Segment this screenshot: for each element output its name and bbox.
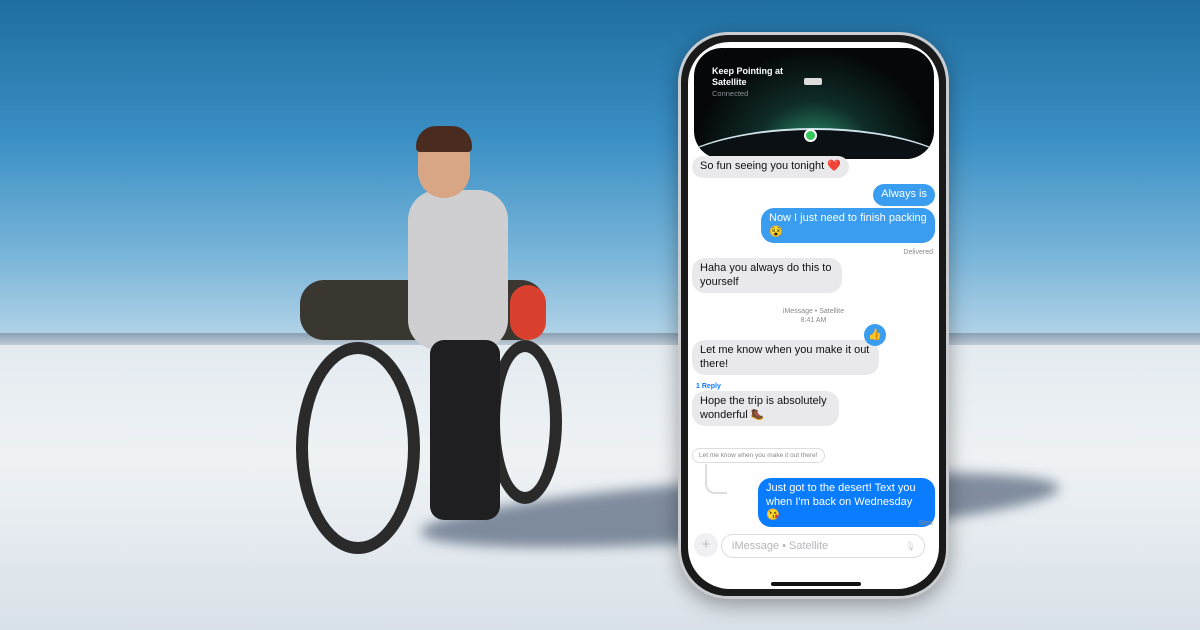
thumbs-up-tapback-icon[interactable]: 👍 (864, 324, 886, 346)
island-status: Connected (712, 89, 749, 98)
rider-cap (416, 126, 472, 152)
red-bag (510, 285, 546, 340)
message-input-placeholder: iMessage • Satellite (732, 540, 829, 552)
message-bubble[interactable]: Hope the trip is absolutely wonderful 🥾 (692, 391, 839, 426)
location-dot-icon (804, 129, 817, 142)
rider-legs (430, 340, 500, 520)
quoted-reply[interactable]: Let me know when you make it out there! (692, 448, 825, 463)
sky (0, 0, 1200, 345)
home-indicator[interactable] (771, 582, 861, 586)
plus-button[interactable]: + (694, 533, 718, 557)
timestamp: 8:41 AM (800, 317, 827, 324)
microphone-icon[interactable]: 🎙 (905, 535, 916, 557)
dynamic-island-satellite: Keep Pointing at Satellite Connected (694, 48, 934, 159)
delivered-status: Delivered (903, 249, 933, 256)
reply-thread-line (705, 464, 727, 494)
island-title: Keep Pointing at Satellite (712, 66, 784, 87)
message-bubble[interactable]: Now I just need to finish packing 😵 (761, 208, 935, 243)
front-wheel (296, 342, 420, 554)
messages-screen: Keep Pointing at Satellite Connected So … (688, 42, 939, 589)
message-bubble[interactable]: Just got to the desert! Text you when I'… (758, 478, 935, 527)
message-bubble[interactable]: Haha you always do this to yourself (692, 258, 842, 293)
message-bubble[interactable]: Always is (873, 184, 935, 206)
service-label: iMessage • Satellite (782, 308, 845, 315)
message-input[interactable]: iMessage • Satellite 🎙 (721, 534, 925, 558)
reply-count-link[interactable]: 1 Reply (696, 383, 721, 390)
message-bubble[interactable]: So fun seeing you tonight ❤️ (692, 156, 849, 178)
rider-jacket (408, 190, 508, 350)
sent-status: Sent (918, 520, 933, 527)
iphone: Keep Pointing at Satellite Connected So … (678, 32, 949, 599)
satellite-icon (804, 78, 822, 85)
message-bubble[interactable]: Let me know when you make it out there! (692, 340, 879, 375)
